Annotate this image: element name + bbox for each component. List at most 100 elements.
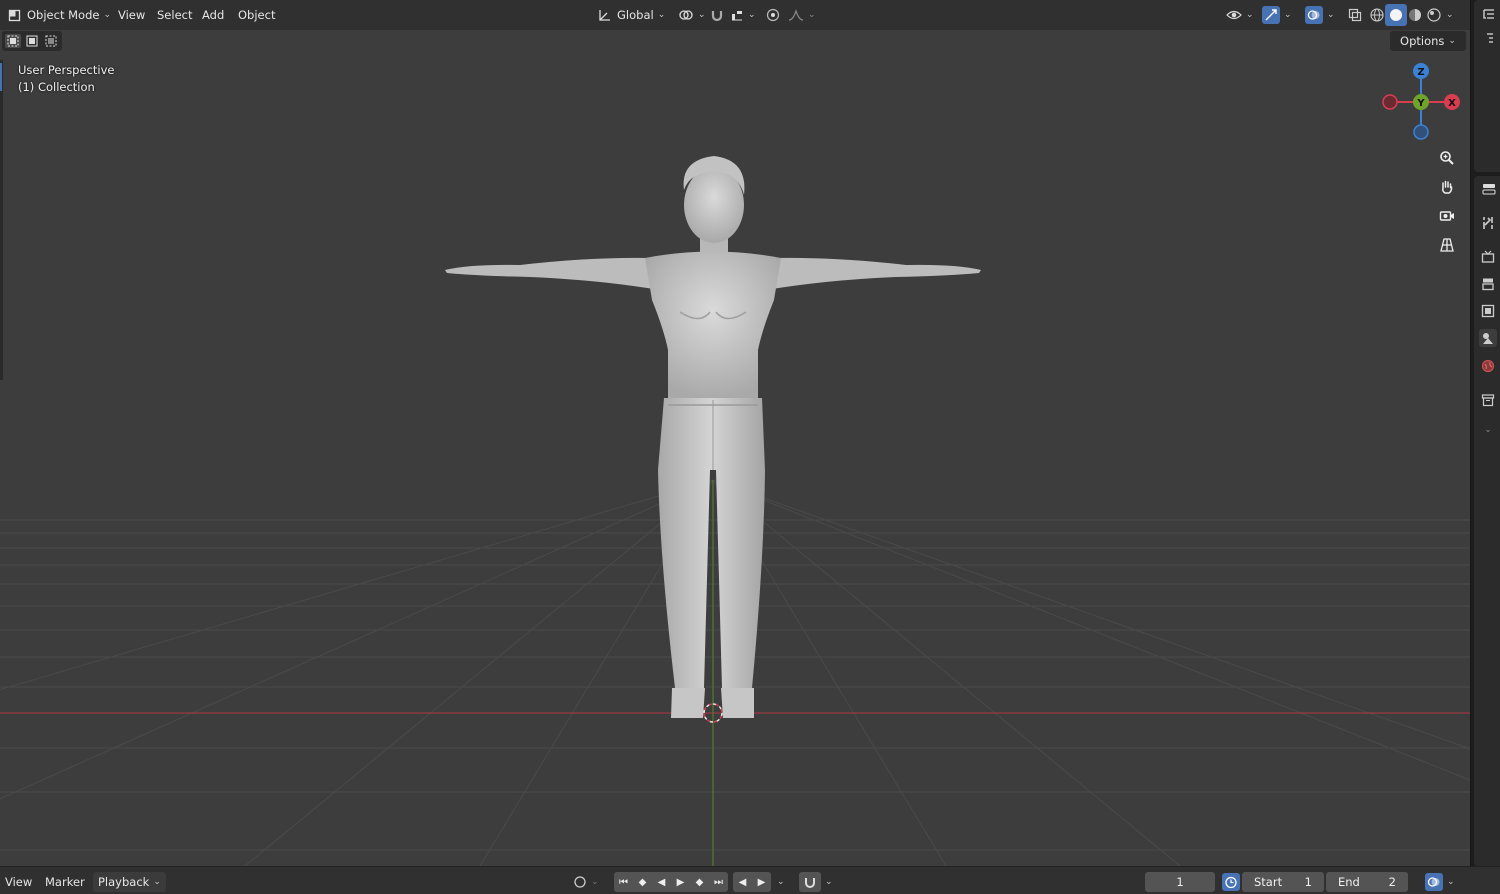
- prev-frame-icon: ◀: [738, 876, 747, 888]
- hand-icon: [1439, 179, 1455, 195]
- options-dropdown[interactable]: Options ⌄: [1390, 31, 1466, 51]
- play-button[interactable]: ▶: [671, 872, 690, 892]
- transform-orientation-dropdown[interactable]: Global ⌄: [592, 4, 671, 26]
- select-new-button[interactable]: [5, 34, 22, 48]
- transport-controls: ⏮ ◆ ◀ ▶ ◆ ⏭: [614, 872, 728, 892]
- menu-add[interactable]: Add: [196, 4, 230, 26]
- toolbar-edge[interactable]: [0, 60, 3, 380]
- menu-view[interactable]: View: [112, 4, 151, 26]
- world-icon: [1481, 359, 1495, 373]
- toolbar-accent: [0, 63, 2, 91]
- frame-step-controls: ◀ ▶: [733, 872, 771, 892]
- eye-icon: [1226, 8, 1242, 22]
- xray-icon: [1348, 8, 1362, 22]
- tab-collection[interactable]: [1479, 391, 1497, 409]
- gizmo-icon: [1262, 6, 1280, 24]
- properties-editor-icon: [1482, 182, 1496, 196]
- perspective-toggle-button[interactable]: [1434, 232, 1460, 258]
- chevron-down-icon: ⌄: [825, 877, 833, 887]
- next-frame-button[interactable]: ▶: [752, 872, 771, 892]
- jump-end-button[interactable]: ⏭: [709, 872, 728, 892]
- snapping-timeline-toggle[interactable]: ⌄: [794, 872, 838, 892]
- tab-render[interactable]: [1479, 248, 1497, 266]
- orientation-label: Global: [617, 8, 654, 22]
- tab-output[interactable]: [1479, 275, 1497, 293]
- select-extend-button[interactable]: [24, 34, 40, 48]
- falloff-dropdown[interactable]: ⌄: [782, 4, 822, 26]
- tab-world[interactable]: [1479, 357, 1497, 375]
- chevron-down-icon: ⌄: [1484, 425, 1492, 435]
- current-frame-field[interactable]: 1: [1145, 872, 1215, 892]
- play-reverse-button[interactable]: ◀: [652, 872, 671, 892]
- chevron-down-icon: ⌄: [103, 10, 111, 20]
- chevron-down-icon: ⌄: [1327, 10, 1335, 20]
- magnet-icon: [799, 872, 821, 892]
- current-frame-value: 1: [1176, 875, 1184, 889]
- keying-dropdown[interactable]: ⌄: [772, 872, 790, 892]
- gizmo-z-label: Z: [1417, 67, 1424, 78]
- mode-label: Object Mode: [27, 8, 100, 22]
- navigation-gizmo[interactable]: Z X Y: [1382, 63, 1460, 140]
- jump-end-icon: ⏭: [714, 876, 723, 888]
- overlays-toggle[interactable]: ⌄: [1299, 4, 1341, 26]
- chevron-down-icon: ⌄: [1246, 10, 1254, 20]
- shading-options-dropdown[interactable]: ⌄: [1442, 4, 1458, 26]
- end-frame-field[interactable]: End 2: [1326, 872, 1408, 892]
- menu-object[interactable]: Object: [232, 4, 281, 26]
- start-frame-field[interactable]: Start 1: [1242, 872, 1324, 892]
- tab-more[interactable]: ⌄: [1479, 421, 1497, 439]
- chevron-down-icon: ⌄: [657, 10, 666, 20]
- timeline-view-dropdown[interactable]: ⌄: [1420, 872, 1460, 892]
- select-subtract-icon: [45, 35, 57, 47]
- tool-icon: [1481, 216, 1495, 230]
- select-new-icon: [7, 35, 19, 47]
- timeline-menu-marker[interactable]: Marker: [40, 872, 90, 892]
- camera-view-button[interactable]: [1434, 203, 1460, 229]
- scene-canvas[interactable]: Z X Y: [0, 0, 1470, 866]
- prev-frame-button[interactable]: ◀: [733, 872, 752, 892]
- gizmo-x-label: X: [1448, 98, 1456, 109]
- material-sphere-icon: [1408, 8, 1422, 22]
- jump-start-button[interactable]: ⏮: [614, 872, 633, 892]
- zoom-button[interactable]: [1434, 145, 1460, 171]
- camera-icon: [1439, 208, 1455, 224]
- overlay-icon: [1425, 873, 1443, 891]
- timeline-header: View Marker Playback ⌄ ⌄ ⏮ ◆ ◀ ▶ ◆ ⏭ ◀ ▶…: [0, 866, 1500, 894]
- xray-toggle[interactable]: [1342, 4, 1368, 26]
- preview-range-toggle[interactable]: [1219, 872, 1243, 892]
- cube-icon: [8, 9, 21, 22]
- visibility-dropdown[interactable]: ⌄: [1220, 4, 1260, 26]
- pan-button[interactable]: [1434, 174, 1460, 200]
- options-label: Options: [1400, 34, 1445, 48]
- view-layer-icon: [1481, 304, 1495, 318]
- tab-tool[interactable]: [1479, 214, 1497, 232]
- snap-increment-icon: [730, 8, 744, 22]
- navigation-buttons: [1434, 145, 1462, 261]
- scene-icon: [1481, 331, 1495, 345]
- viewport-info: User Perspective (1) Collection: [18, 62, 114, 96]
- prev-keyframe-icon: ◆: [638, 876, 647, 888]
- tab-view-layer[interactable]: [1479, 302, 1497, 320]
- gizmos-toggle[interactable]: ⌄: [1256, 4, 1298, 26]
- next-keyframe-button[interactable]: ◆: [690, 872, 709, 892]
- chevron-down-icon: ⌄: [591, 877, 599, 887]
- playback-dropdown[interactable]: Playback ⌄: [93, 872, 166, 892]
- menu-select[interactable]: Select: [151, 4, 198, 26]
- prev-keyframe-button[interactable]: ◆: [633, 872, 652, 892]
- auto-keying-toggle[interactable]: ⌄: [568, 872, 604, 892]
- end-label: End: [1338, 875, 1360, 889]
- select-subtract-button[interactable]: [43, 34, 59, 48]
- output-icon: [1481, 277, 1495, 291]
- start-value: 1: [1304, 875, 1312, 889]
- chevron-down-icon: ⌄: [1447, 877, 1455, 887]
- outliner-area[interactable]: [1474, 0, 1500, 172]
- tab-scene[interactable]: [1479, 329, 1497, 347]
- outliner-icon: [1482, 8, 1496, 22]
- 3d-viewport[interactable]: Z X Y User Perspective (1) Collection Ob…: [0, 0, 1470, 866]
- next-frame-icon: ▶: [757, 876, 766, 888]
- mode-dropdown[interactable]: Object Mode ⌄: [2, 4, 117, 26]
- rendered-sphere-icon: [1427, 8, 1441, 22]
- snap-target-dropdown[interactable]: ⌄: [724, 4, 762, 26]
- orientation-icon: [598, 9, 611, 22]
- timeline-menu-view[interactable]: View: [0, 872, 37, 892]
